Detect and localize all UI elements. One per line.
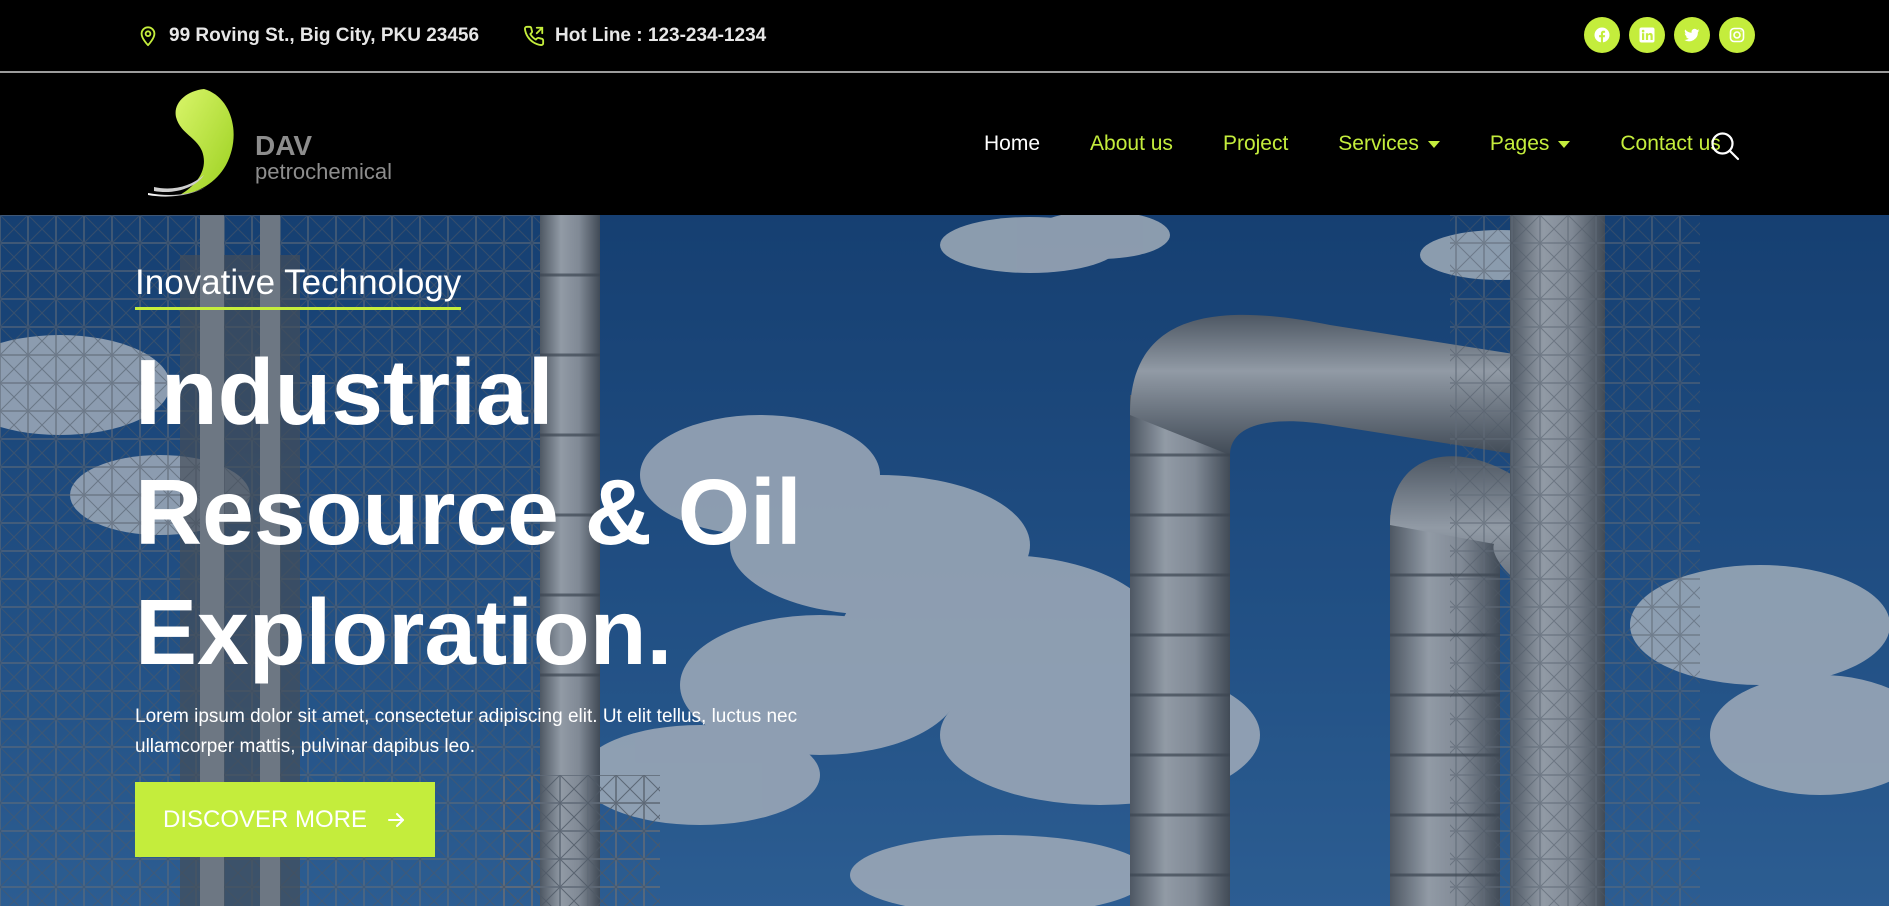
hero-headline: Industrial Resource & Oil Exploration.	[135, 332, 955, 692]
nav-home[interactable]: Home	[984, 132, 1040, 156]
facebook-icon	[1594, 27, 1610, 43]
facebook-button[interactable]	[1584, 17, 1620, 53]
nav-services[interactable]: Services	[1338, 132, 1440, 156]
nav-home-label: Home	[984, 132, 1041, 155]
headline-line-3: Exploration.	[135, 580, 673, 684]
nav-project[interactable]: Project	[1223, 132, 1288, 156]
caret-down-icon	[1427, 140, 1440, 148]
discover-more-button[interactable]: DISCOVER MORE	[135, 782, 435, 857]
lead-line-1: Lorem ipsum dolor sit amet, consectetur …	[135, 706, 798, 727]
twitter-icon	[1684, 28, 1700, 42]
address-info: 99 Roving St., Big City, PKU 23456	[137, 24, 479, 48]
lead-line-2: ullamcorper mattis, pulvinar dapibus leo…	[135, 736, 476, 757]
social-links	[1584, 17, 1755, 53]
nav-contact-us[interactable]: Contact us	[1620, 132, 1720, 156]
discover-more-label: DISCOVER MORE	[162, 805, 368, 833]
hotline-text: Hot Line : 123-234-1234	[555, 25, 767, 46]
phone-icon	[524, 25, 545, 46]
main-nav: Home About us Project Services Pages Con…	[984, 132, 1771, 156]
nav-about-us-label: About us	[1090, 132, 1173, 155]
search-icon[interactable]	[1710, 131, 1740, 161]
headline-line-2: Resource & Oil	[135, 460, 802, 564]
logo-subtitle: petrochemical	[255, 159, 392, 184]
top-bar: 99 Roving St., Big City, PKU 23456 Hot L…	[0, 0, 1889, 73]
arrow-right-icon	[388, 812, 405, 827]
map-pin-icon	[140, 26, 156, 47]
hero-eyebrow: Inovative Technology	[135, 261, 462, 310]
logo-brand: DAV	[255, 130, 313, 161]
nav-contact-us-label: Contact us	[1620, 132, 1721, 155]
leaf-logo-icon	[148, 89, 234, 197]
hero-section: Inovative Technology Industrial Resource…	[0, 215, 1889, 906]
nav-about-us[interactable]: About us	[1090, 132, 1173, 156]
instagram-button[interactable]	[1719, 17, 1755, 53]
nav-project-label: Project	[1222, 132, 1289, 155]
hero-lead-text: Lorem ipsum dolor sit amet, consectetur …	[135, 702, 835, 762]
nav-pages-label: Pages	[1489, 132, 1550, 155]
linkedin-button[interactable]	[1629, 17, 1665, 53]
linkedin-icon	[1639, 27, 1655, 43]
twitter-button[interactable]	[1674, 17, 1710, 53]
nav-pages[interactable]: Pages	[1490, 132, 1571, 156]
headline-line-1: Industrial	[135, 340, 554, 444]
caret-down-icon	[1558, 140, 1571, 148]
instagram-icon	[1729, 27, 1745, 43]
hotline-info[interactable]: Hot Line : 123-234-1234	[523, 24, 766, 48]
address-text: 99 Roving St., Big City, PKU 23456	[169, 25, 480, 46]
site-header: DAV petrochemical Home About us Project …	[0, 75, 1889, 215]
site-logo[interactable]: DAV petrochemical	[146, 87, 396, 199]
nav-services-label: Services	[1338, 132, 1419, 155]
